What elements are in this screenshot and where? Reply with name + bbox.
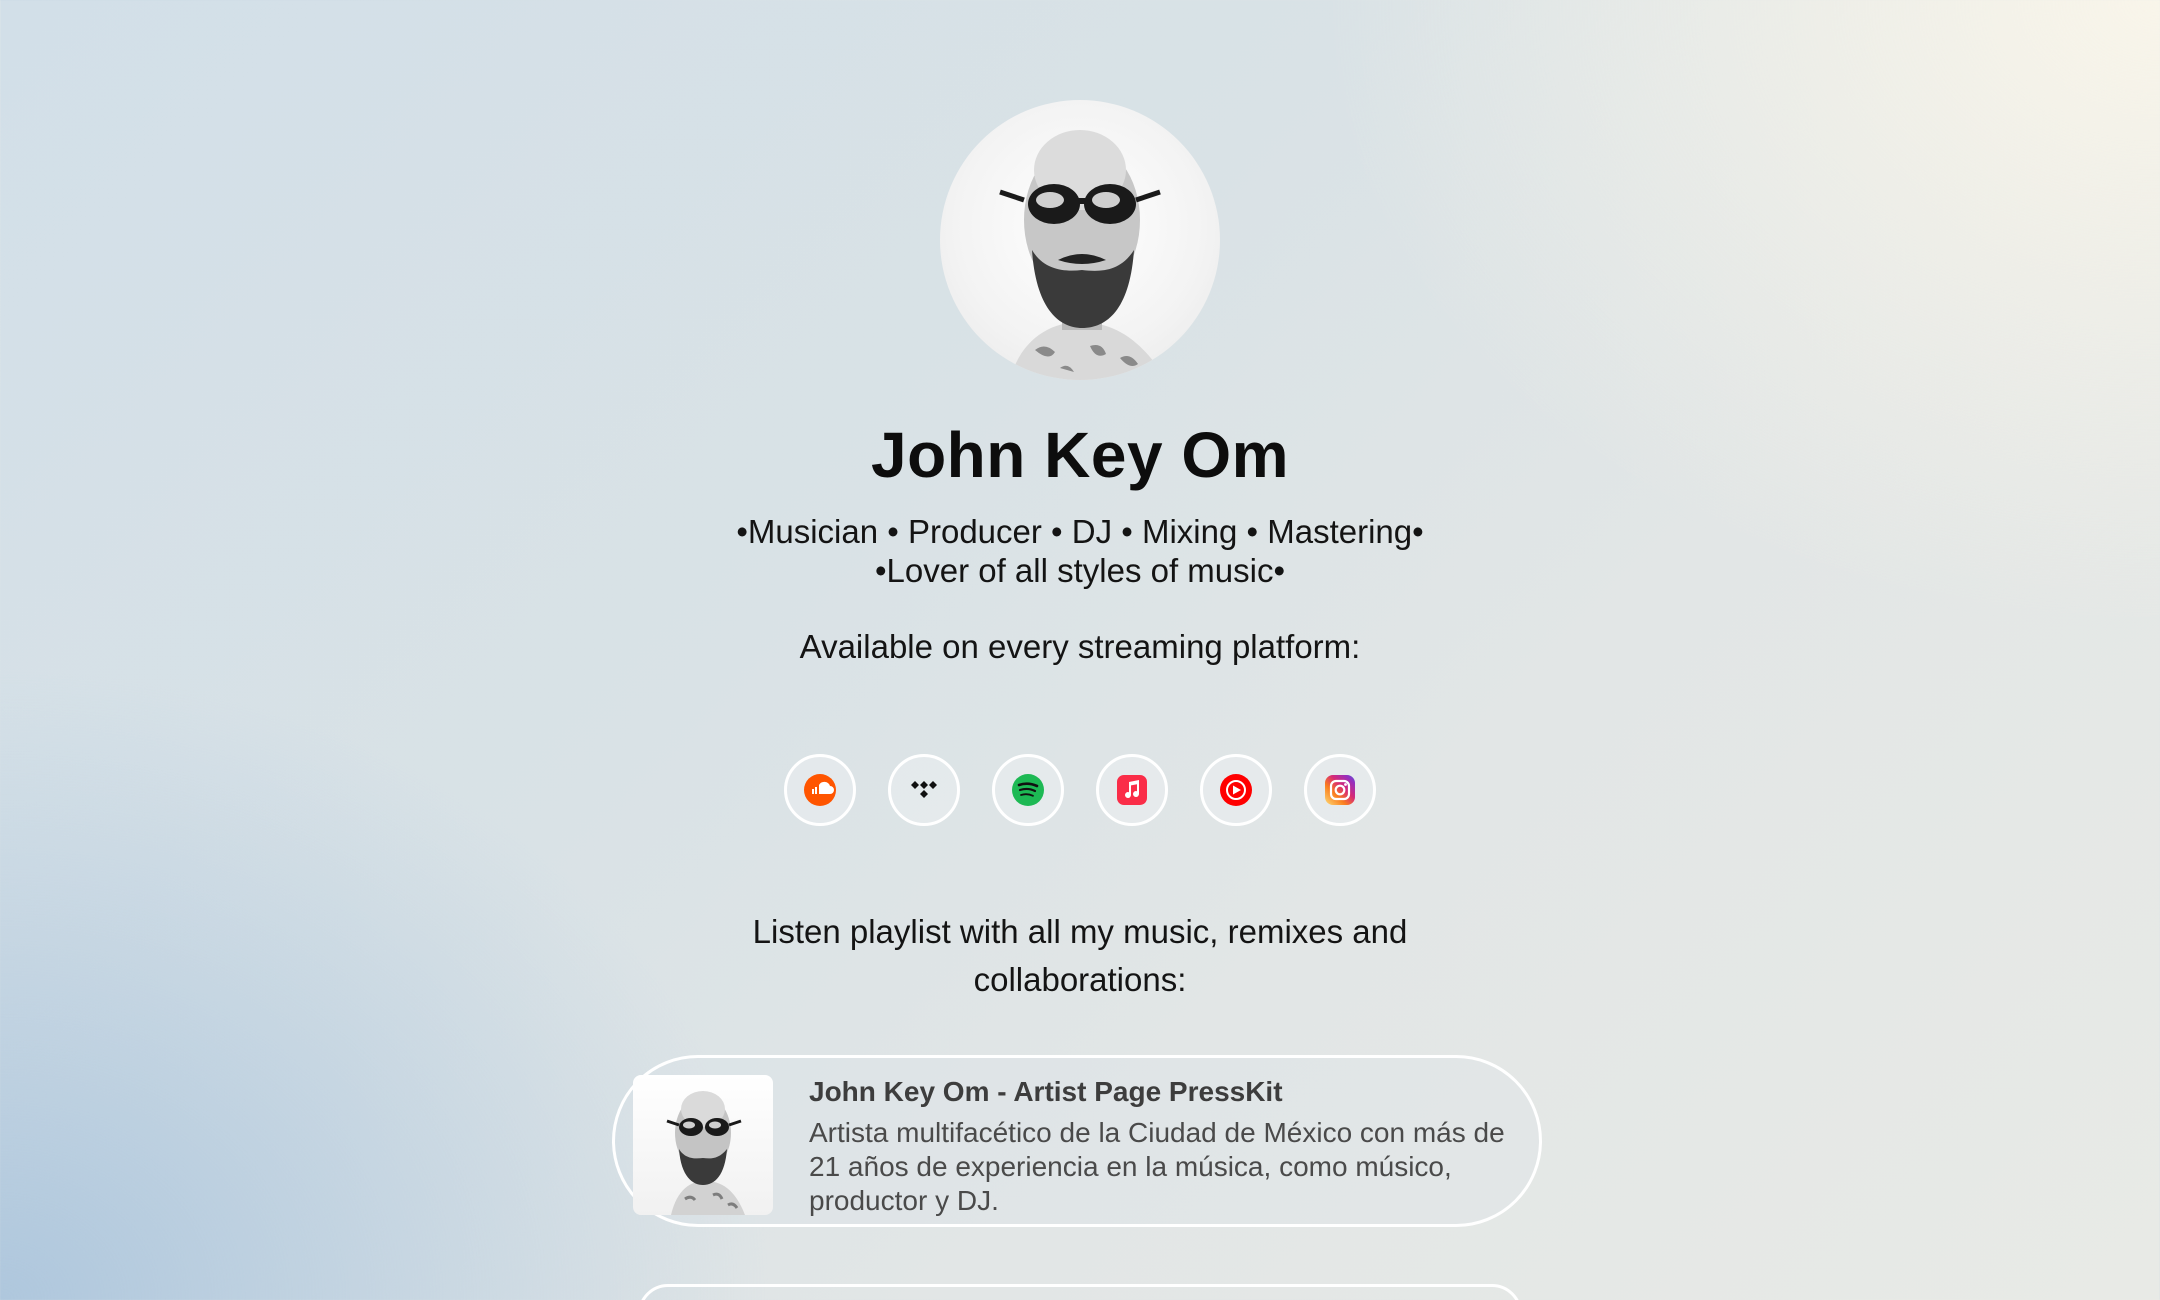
soundcloud-link[interactable] (784, 754, 856, 826)
profile-name: John Key Om (870, 419, 1290, 491)
availability-text: Available on every streaming platform: (799, 628, 1361, 665)
social-links (784, 754, 1376, 826)
soundcloud-icon (804, 774, 836, 806)
avatar (940, 100, 1220, 380)
apple-music-link[interactable] (1096, 754, 1168, 826)
tidal-link[interactable] (888, 754, 960, 826)
youtube-music-icon (1220, 774, 1252, 806)
card-thumbnail-photo (666, 1091, 745, 1215)
next-link-card[interactable] (638, 1284, 1522, 1300)
youtube-music-link[interactable] (1200, 754, 1272, 826)
presskit-link-card[interactable]: John Key Om - Artist Page PressKit Artis… (612, 1055, 1542, 1227)
avatar-photo (999, 130, 1166, 380)
tidal-icon (911, 781, 937, 798)
card-description: Artista multifacético de la Ciudad de Mé… (809, 1117, 1505, 1216)
apple-music-icon (1117, 775, 1147, 805)
card-thumbnail (633, 1075, 773, 1215)
instagram-icon (1325, 775, 1355, 805)
card-title: John Key Om - Artist Page PressKit (809, 1076, 1283, 1107)
link-in-bio-page: John Key Om •Musician • Producer • DJ • … (0, 0, 2160, 1300)
instagram-link[interactable] (1304, 754, 1376, 826)
spotify-link[interactable] (992, 754, 1064, 826)
bio-line: •Lover of all styles of music• (874, 552, 1286, 589)
bio-line: •Musician • Producer • DJ • Mixing • Mas… (736, 513, 1424, 550)
profile-bio: •Musician • Producer • DJ • Mixing • Mas… (0, 512, 2160, 590)
spotify-icon (1012, 774, 1044, 806)
playlist-intro-text: Listen playlist with all my music, remix… (752, 913, 1408, 998)
